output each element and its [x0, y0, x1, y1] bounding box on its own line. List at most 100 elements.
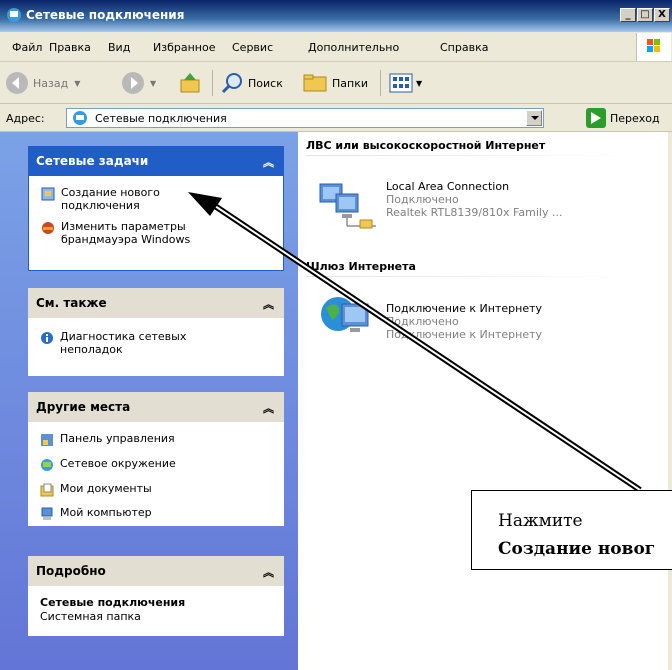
folders-label: Папки: [332, 76, 368, 90]
views-icon: [389, 73, 413, 93]
details-panel: Подробно ︽ Сетевые подключения Системная…: [28, 556, 284, 636]
network-tasks-panel: Сетевые задачи ︽ Создание нового подключ…: [28, 146, 284, 271]
new-connection-icon: [41, 187, 55, 201]
up-folder-button[interactable]: [178, 70, 202, 96]
menu-favorites[interactable]: Избранное: [153, 41, 215, 54]
lan-connection-device: Realtek RTL8139/810x Family ...: [386, 206, 563, 219]
network-tasks-title: Сетевые задачи: [36, 154, 149, 168]
go-button[interactable]: Переход: [610, 112, 660, 125]
forward-arrow-icon: [122, 72, 144, 94]
collapse-chevron-icon[interactable]: ︽: [263, 154, 274, 170]
link-network-diagnostics[interactable]: Диагностика сетевых неполадок: [40, 330, 210, 356]
place-network-neighborhood-label: Сетевое окружение: [60, 457, 176, 470]
menu-advanced[interactable]: Дополнительно: [308, 41, 399, 54]
control-panel-icon: [40, 433, 54, 447]
back-button[interactable]: Назад ▼: [6, 70, 80, 96]
details-type: Системная папка: [40, 610, 141, 623]
windows-flag-icon: [636, 33, 671, 61]
back-arrow-icon: [6, 72, 28, 94]
group-divider: [306, 155, 640, 156]
menu-file[interactable]: Файл: [12, 41, 42, 54]
close-button[interactable]: X: [654, 8, 670, 22]
task-create-connection-label: Создание нового подключения: [61, 186, 160, 212]
other-places-panel: Другие места ︽ Панель управления Сетевое…: [28, 392, 284, 526]
place-my-computer-label: Мой компьютер: [60, 506, 152, 519]
details-title: Подробно: [36, 564, 106, 578]
address-dropdown-button[interactable]: [526, 110, 542, 126]
window-title: Сетевые подключения: [26, 8, 185, 22]
details-name: Сетевые подключения: [40, 596, 186, 609]
up-folder-icon: [180, 73, 200, 93]
lan-connection-name: Local Area Connection: [386, 180, 510, 193]
group-header-lan: ЛВС или высокоскоростной Интернет: [306, 139, 546, 152]
details-body: Сетевые подключения Системная папка: [28, 586, 284, 636]
place-my-documents[interactable]: Мои документы: [40, 482, 152, 497]
title-bar[interactable]: Сетевые подключения _ □ X: [0, 0, 672, 32]
window-border: [668, 132, 672, 670]
menu-tools[interactable]: Сервис: [232, 41, 273, 54]
address-label: Адрес:: [6, 112, 45, 125]
see-also-header[interactable]: См. также ︽: [28, 288, 284, 318]
address-value: Сетевые подключения: [95, 112, 227, 125]
internet-connection-name: Подключение к Интернету: [386, 302, 543, 315]
explorer-window: Сетевые подключения _ □ X Файл Правка Ви…: [0, 0, 672, 670]
menu-edit[interactable]: Правка: [49, 41, 91, 54]
views-button[interactable]: ▼: [388, 70, 422, 96]
address-bar: Адрес: Сетевые подключения Переход: [0, 104, 672, 132]
forward-button[interactable]: ▼: [122, 70, 156, 96]
maximize-button[interactable]: □: [637, 8, 653, 22]
other-places-title: Другие места: [36, 400, 131, 414]
other-places-header[interactable]: Другие места ︽: [28, 392, 284, 422]
search-icon: [221, 73, 242, 94]
minimize-button[interactable]: _: [620, 8, 636, 22]
lan-connection-status: Подключено: [386, 193, 459, 206]
firewall-icon: [41, 221, 55, 235]
collapse-chevron-icon[interactable]: ︽: [263, 564, 274, 580]
task-pane: Сетевые задачи ︽ Создание нового подключ…: [0, 132, 298, 670]
toolbar: Назад ▼ ▼ Поиск Папки ▼: [0, 62, 672, 104]
network-tasks-body: Создание нового подключения Изменить пар…: [28, 176, 284, 271]
back-label: Назад: [33, 76, 69, 90]
see-also-title: См. также: [36, 296, 107, 310]
place-control-panel[interactable]: Панель управления: [40, 432, 175, 447]
task-firewall-settings[interactable]: Изменить параметры брандмауэра Windows: [41, 220, 211, 246]
internet-gateway-icon[interactable]: [318, 292, 378, 340]
internet-connection-item[interactable]: Подключение к Интернету Подключено Подкл…: [386, 302, 542, 341]
place-control-panel-label: Панель управления: [60, 432, 175, 445]
go-arrow-icon[interactable]: [586, 108, 606, 128]
task-firewall-settings-label: Изменить параметры брандмауэра Windows: [61, 220, 191, 246]
menu-help[interactable]: Справка: [440, 41, 488, 54]
internet-connection-device: Подключение к Интернету: [386, 328, 543, 341]
search-label: Поиск: [248, 76, 283, 90]
link-network-diagnostics-label: Диагностика сетевых неполадок: [60, 330, 187, 356]
see-also-panel: См. также ︽ Диагностика сетевых неполадо…: [28, 288, 284, 376]
menu-bar: Файл Правка Вид Избранное Сервис Дополни…: [0, 32, 672, 62]
folders-button[interactable]: Папки: [302, 70, 368, 96]
internet-connection-status: Подключено: [386, 315, 459, 328]
collapse-chevron-icon[interactable]: ︽: [263, 296, 274, 312]
callout-box: Нажмите Создание новог: [471, 490, 672, 570]
see-also-body: Диагностика сетевых неполадок: [28, 318, 284, 376]
details-header[interactable]: Подробно ︽: [28, 556, 284, 586]
group-divider: [306, 276, 640, 277]
my-documents-icon: [40, 483, 54, 497]
menu-view[interactable]: Вид: [108, 41, 130, 54]
place-my-documents-label: Мои документы: [60, 482, 152, 495]
network-tasks-header[interactable]: Сетевые задачи ︽: [28, 146, 284, 176]
lan-connection-icon[interactable]: [316, 176, 380, 232]
folders-icon: [303, 74, 327, 92]
network-connections-icon: [73, 111, 87, 125]
place-network-neighborhood[interactable]: Сетевое окружение: [40, 457, 176, 472]
network-neighborhood-icon: [40, 458, 54, 472]
lan-connection-item[interactable]: Local Area Connection Подключено Realtek…: [386, 180, 562, 219]
callout-line2: Создание новог: [498, 539, 656, 559]
task-create-connection[interactable]: Создание нового подключения: [41, 186, 191, 212]
info-icon: [40, 331, 54, 345]
network-connections-icon: [7, 8, 21, 22]
search-button[interactable]: Поиск: [220, 70, 283, 96]
address-input[interactable]: Сетевые подключения: [66, 108, 544, 128]
other-places-body: Панель управления Сетевое окружение Мои …: [28, 422, 284, 526]
collapse-chevron-icon[interactable]: ︽: [263, 400, 274, 416]
place-my-computer[interactable]: Мой компьютер: [40, 506, 152, 521]
my-computer-icon: [40, 507, 54, 521]
